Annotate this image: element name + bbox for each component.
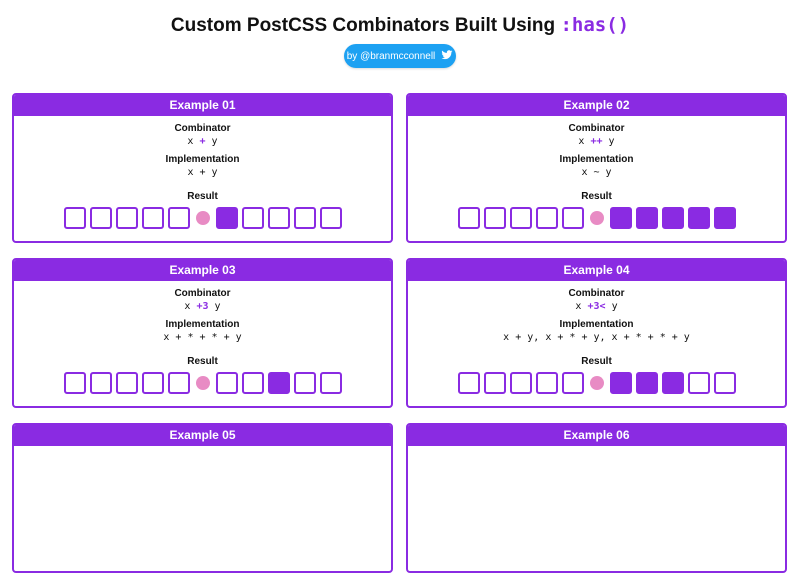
example-title: Example 06 (408, 425, 785, 446)
result-box-matched (687, 207, 710, 229)
page-title: Custom PostCSS Combinators Built Using :… (0, 12, 800, 39)
result-box-after (293, 207, 316, 229)
byline-text: by @branmcconnell (346, 50, 436, 62)
result-box-matched (635, 372, 658, 394)
result-box-matched (661, 207, 684, 229)
result-box-matched (215, 207, 238, 229)
example-card-05: Example 05 (12, 423, 393, 573)
implementation-value: x ~ y (581, 167, 612, 178)
result-box-before (141, 372, 164, 394)
example-card-06: Example 06 (406, 423, 787, 573)
result-box-after (241, 207, 264, 229)
combinator-value: x +3< y (575, 301, 618, 312)
page-title-text: Custom PostCSS Combinators Built Using (170, 15, 556, 36)
implementation-label: Implementation (559, 319, 634, 330)
result-box-before (89, 372, 112, 394)
result-box-before (141, 207, 164, 229)
example-title: Example 03 (14, 260, 391, 281)
result-label: Result (581, 191, 612, 202)
result-row (14, 207, 391, 229)
reference-dot (195, 211, 210, 225)
combinator-value: x +3 y (184, 301, 221, 312)
combinator-label: Combinator (568, 288, 625, 299)
reference-dot (195, 376, 210, 390)
implementation-value: x + y, x + * + y, x + * + * + y (503, 332, 690, 343)
combinator-label: Combinator (174, 288, 231, 299)
example-title: Example 02 (408, 95, 785, 116)
combinator-value: x + y (187, 136, 218, 147)
combinator-value: x ++ y (578, 136, 615, 147)
result-box-before (561, 207, 584, 229)
implementation-value: x + * + * + y (163, 332, 242, 343)
combinator-label: Combinator (174, 123, 231, 134)
result-box-after (293, 372, 316, 394)
result-row (408, 372, 785, 394)
result-box-after (267, 207, 290, 229)
result-row (14, 372, 391, 394)
reference-dot (589, 211, 604, 225)
page-title-code: :has() (560, 14, 630, 36)
result-box-after (687, 372, 710, 394)
result-box-before (535, 207, 558, 229)
result-box-before (63, 372, 86, 394)
result-box-before (167, 372, 190, 394)
example-card-02: Example 02 Combinator x ++ y Implementat… (406, 93, 787, 243)
result-box-before (561, 372, 584, 394)
result-box-after (319, 372, 342, 394)
result-box-matched (635, 207, 658, 229)
implementation-value: x + y (187, 167, 218, 178)
result-box-before (457, 372, 480, 394)
result-box-before (509, 372, 532, 394)
result-box-before (115, 372, 138, 394)
result-box-before (115, 207, 138, 229)
result-box-after (241, 372, 264, 394)
example-card-04: Example 04 Combinator x +3< y Implementa… (406, 258, 787, 408)
reference-dot (589, 376, 604, 390)
twitter-bird-icon (441, 49, 453, 64)
result-box-matched (713, 207, 736, 229)
result-box-before (483, 207, 506, 229)
example-title: Example 04 (408, 260, 785, 281)
result-box-before (63, 207, 86, 229)
result-box-before (89, 207, 112, 229)
result-label: Result (187, 356, 218, 367)
result-box-matched (609, 372, 632, 394)
example-title: Example 05 (14, 425, 391, 446)
implementation-label: Implementation (165, 154, 240, 165)
result-box-matched (661, 372, 684, 394)
result-box-matched (267, 372, 290, 394)
result-box-after (319, 207, 342, 229)
result-box-after (215, 372, 238, 394)
result-label: Result (581, 356, 612, 367)
result-box-before (509, 207, 532, 229)
result-box-before (457, 207, 480, 229)
result-box-before (483, 372, 506, 394)
example-card-03: Example 03 Combinator x +3 y Implementat… (12, 258, 393, 408)
result-row (408, 207, 785, 229)
result-box-after (713, 372, 736, 394)
result-label: Result (187, 191, 218, 202)
example-card-01: Example 01 Combinator x + y Implementati… (12, 93, 393, 243)
result-box-before (167, 207, 190, 229)
twitter-byline-button[interactable]: by @branmcconnell (344, 44, 456, 68)
combinator-label: Combinator (568, 123, 625, 134)
result-box-matched (609, 207, 632, 229)
implementation-label: Implementation (165, 319, 240, 330)
example-title: Example 01 (14, 95, 391, 116)
implementation-label: Implementation (559, 154, 634, 165)
result-box-before (535, 372, 558, 394)
